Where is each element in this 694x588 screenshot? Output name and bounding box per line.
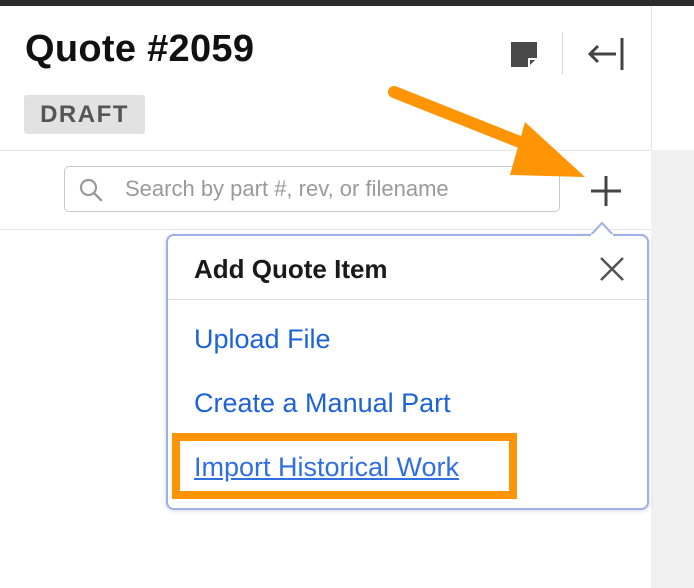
right-panel-edge: [651, 6, 694, 150]
status-badge: DRAFT: [24, 95, 145, 134]
close-icon[interactable]: [598, 255, 626, 283]
popover-caret: [587, 221, 617, 237]
upload-file-link[interactable]: Upload File: [194, 324, 331, 355]
create-manual-part-link[interactable]: Create a Manual Part: [194, 388, 451, 419]
page-title: Quote #2059: [25, 28, 255, 70]
sticky-note-icon[interactable]: [508, 38, 540, 70]
annotation-highlight-box: [172, 433, 517, 499]
divider: [0, 229, 651, 230]
popover-divider: [168, 299, 647, 300]
right-panel-background: [651, 150, 694, 588]
annotation-arrow-icon: [388, 86, 585, 177]
popover-title: Add Quote Item: [194, 254, 388, 284]
search-icon: [79, 178, 103, 202]
collapse-left-icon[interactable]: [586, 36, 626, 72]
header-divider: [562, 32, 563, 74]
